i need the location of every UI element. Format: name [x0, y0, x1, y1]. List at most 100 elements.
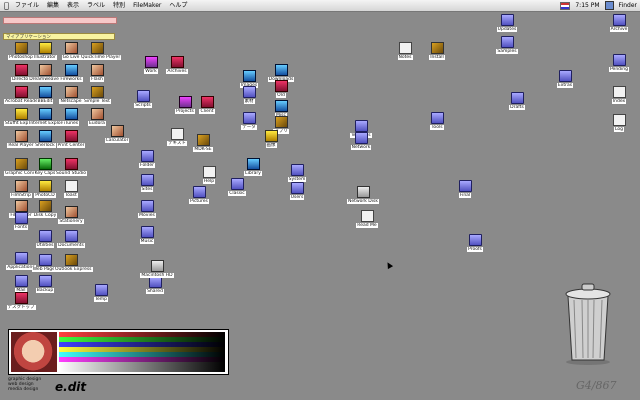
desktop-icon-label: Archives: [166, 69, 188, 74]
desktop-icon[interactable]: デスクトップ: [4, 292, 38, 312]
trash-icon[interactable]: [560, 278, 616, 366]
desktop-icon-label: Flash: [90, 77, 104, 82]
app-icon: [274, 116, 288, 128]
desktop-icon[interactable]: MDK-SE: [186, 134, 220, 154]
desktop-icon[interactable]: Fonts: [4, 212, 38, 232]
desktop-icon[interactable]: Library: [236, 158, 270, 178]
menu-item[interactable]: 特別: [112, 0, 126, 11]
desktop-icon[interactable]: Movies: [130, 200, 164, 220]
desktop-icon-label: Network: [350, 145, 372, 150]
desktop-icon[interactable]: Print Center: [54, 130, 88, 150]
menu-item[interactable]: 表示: [66, 0, 80, 11]
desktop-icon[interactable]: Flash: [80, 64, 114, 84]
desktop-icon[interactable]: Extras: [548, 70, 582, 90]
desktop-icon-label: Movies: [138, 213, 156, 218]
desktop-icon-label: PhotoCD: [34, 193, 56, 198]
desktop-icon-label: Music: [139, 239, 155, 244]
blue-icon: [246, 158, 260, 170]
desktop-icon[interactable]: Final: [448, 180, 482, 200]
desktop-icon[interactable]: Stationery: [54, 206, 88, 226]
desktop-icon[interactable]: Archive: [602, 14, 636, 34]
clock[interactable]: 7:15 PM: [575, 0, 599, 11]
desktop-icon[interactable]: 画像: [254, 130, 288, 150]
banner-credit: graphic design web design media design: [8, 377, 42, 392]
desktop-icon[interactable]: Temp: [84, 284, 118, 304]
blue-icon: [38, 130, 52, 142]
desktop-icon[interactable]: Documents: [54, 230, 88, 250]
desktop-icon-label: Scripts: [134, 103, 152, 108]
desktop-icon-label: Read Me: [356, 223, 378, 228]
desktop-icon-label: Simple Text: [83, 99, 111, 104]
photo-icon: [64, 206, 78, 218]
menu-item[interactable]: ラベル: [86, 0, 106, 11]
desktop-icon[interactable]: Scripts: [126, 90, 160, 110]
desktop-icon[interactable]: Toast: [54, 180, 88, 200]
desktop-icon-label: 画像: [265, 143, 277, 148]
desktop-icon[interactable]: Calculator: [100, 125, 134, 145]
desktop-icon[interactable]: Updates: [490, 14, 524, 34]
apple-menu-icon[interactable]: : [4, 1, 9, 10]
desktop-icon-label: Install: [429, 55, 445, 60]
red-icon: [14, 292, 28, 304]
desktop-icon[interactable]: Folder: [130, 150, 164, 170]
photo-icon: [38, 64, 52, 76]
desktop-icon[interactable]: Pictures: [182, 186, 216, 206]
folder-icon: [94, 284, 108, 296]
finder-icon[interactable]: [604, 1, 614, 10]
menu-item[interactable]: ヘルプ: [168, 0, 188, 11]
desktop-icon[interactable]: Notes: [388, 42, 422, 62]
app-icon: [38, 200, 52, 212]
menu-item[interactable]: ファイル: [14, 0, 40, 11]
photo-icon: [64, 42, 78, 54]
desktop-icon[interactable]: Client: [190, 96, 224, 116]
desktop-icon[interactable]: Tools: [420, 112, 454, 132]
desktop-icon[interactable]: Index: [602, 86, 636, 106]
popup-window-strip[interactable]: [3, 17, 117, 24]
desktop-icon[interactable]: Archives: [160, 56, 194, 76]
keyboard-flag-icon[interactable]: [560, 1, 571, 10]
desktop-icon-label: Classic: [228, 191, 246, 196]
desktop-icon[interactable]: 素材: [232, 86, 266, 106]
folder-icon: [64, 230, 78, 242]
desktop-icon[interactable]: System: [280, 164, 314, 184]
desktop-icon[interactable]: Old: [264, 80, 298, 100]
desktop-icon[interactable]: Proofs: [458, 234, 492, 254]
menu-item[interactable]: 編集: [46, 0, 60, 11]
disk-icon: [356, 186, 370, 198]
desktop-icon-label: Outlook Express: [54, 267, 93, 272]
desktop-icon[interactable]: Network Disk: [346, 186, 380, 206]
active-app-name[interactable]: Finder: [619, 0, 637, 11]
desktop-icon[interactable]: Simple Text: [80, 86, 114, 106]
folder-icon: [558, 70, 572, 82]
edit-logo: e.dit: [55, 380, 87, 394]
desktop-icon[interactable]: Macintosh HD: [140, 260, 174, 280]
yellow-icon: [14, 108, 28, 120]
desktop-icon[interactable]: Install: [420, 42, 454, 62]
desktop-icon-label: Utilities: [35, 243, 55, 248]
menu-item[interactable]: FileMaker: [132, 0, 162, 11]
desktop-icon[interactable]: Music: [130, 226, 164, 246]
desktop-icon[interactable]: Outlook Express: [54, 254, 93, 274]
folder-icon: [38, 254, 52, 266]
desktop-icon[interactable]: Read Me: [350, 210, 384, 230]
launcher-title[interactable]: マイアプリケーション: [3, 33, 115, 40]
desktop-icon[interactable]: Pending: [602, 54, 636, 74]
desktop-icon[interactable]: Log: [602, 114, 636, 134]
desktop-icon[interactable]: Classic: [220, 178, 254, 198]
desktop-icon[interactable]: Sound Studio: [54, 158, 88, 178]
red-icon: [170, 56, 184, 68]
desktop-icon[interactable]: データ: [232, 112, 266, 132]
desktop-icon[interactable]: Drafts: [500, 92, 534, 112]
desktop-icon[interactable]: Network: [344, 132, 378, 152]
menu-bar:  ファイル編集表示ラベル特別 FileMaker ヘルプ 7:15 PM Find…: [0, 0, 640, 12]
blue-icon: [64, 108, 78, 120]
desktop-icon[interactable]: Samples: [490, 36, 524, 56]
desktop-icon[interactable]: Users: [280, 182, 314, 202]
folder-icon: [140, 200, 154, 212]
app-icon: [64, 254, 78, 266]
desktop-icon-label: Fonts: [13, 225, 29, 230]
desktop-icon[interactable]: Sites: [130, 174, 164, 194]
green-icon: [38, 158, 52, 170]
desktop-banner-picture: [8, 329, 229, 375]
desktop-icon[interactable]: QuickTime Player: [80, 42, 122, 62]
